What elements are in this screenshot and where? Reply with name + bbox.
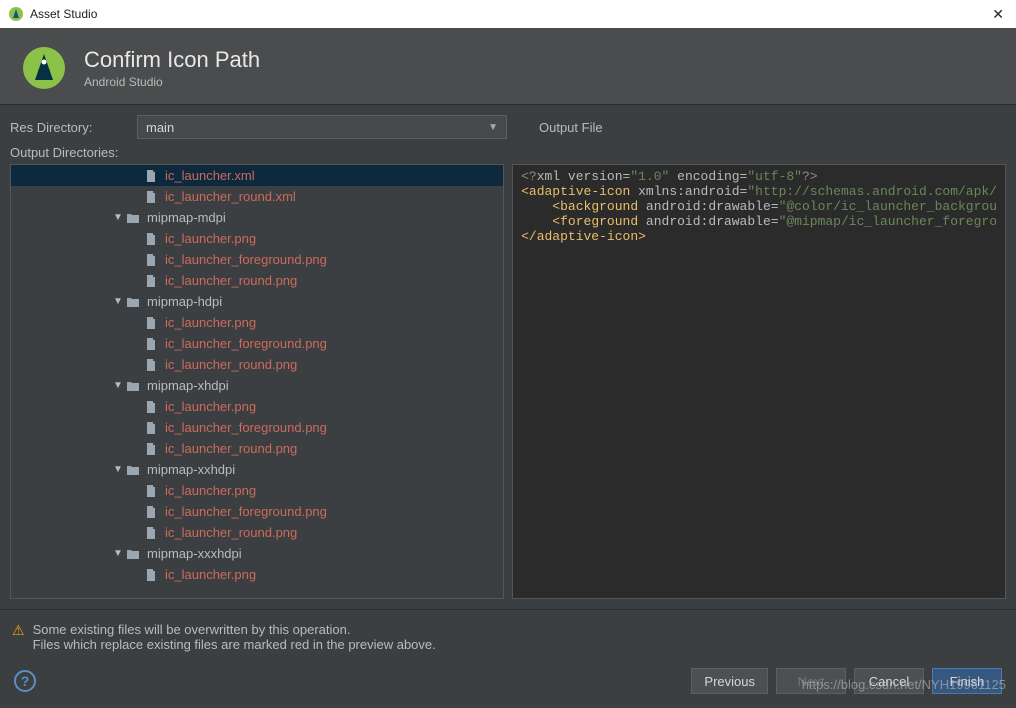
warning-icon: ⚠ <box>12 622 25 639</box>
tree-file[interactable]: ic_launcher_round.png <box>11 354 503 375</box>
content: Output Directories: ic_launcher.xmlic_la… <box>0 145 1016 609</box>
tree-file[interactable]: ic_launcher_foreground.png <box>11 501 503 522</box>
tree-item-label: ic_launcher.png <box>165 315 256 330</box>
previous-button[interactable]: Previous <box>691 668 768 694</box>
file-icon <box>143 441 159 457</box>
expand-arrow-icon[interactable]: ▼ <box>111 296 125 307</box>
tree-item-label: mipmap-xxhdpi <box>147 462 235 477</box>
tree-item-label: ic_launcher.png <box>165 483 256 498</box>
tree-file[interactable]: ic_launcher.png <box>11 312 503 333</box>
file-icon <box>143 504 159 520</box>
tree-file[interactable]: ic_launcher_foreground.png <box>11 417 503 438</box>
expand-arrow-icon[interactable]: ▼ <box>111 212 125 223</box>
tree-file[interactable]: ic_launcher_round.png <box>11 522 503 543</box>
tree-file[interactable]: ic_launcher_round.xml <box>11 186 503 207</box>
file-icon <box>143 357 159 373</box>
file-icon <box>143 189 159 205</box>
tree-file[interactable]: ic_launcher_foreground.png <box>11 333 503 354</box>
window-title: Asset Studio <box>30 7 97 21</box>
tree-folder[interactable]: ▼ mipmap-hdpi <box>11 291 503 312</box>
file-icon <box>143 336 159 352</box>
file-icon <box>143 483 159 499</box>
tree-file[interactable]: ic_launcher.png <box>11 396 503 417</box>
page-subtitle: Android Studio <box>84 75 260 89</box>
chevron-down-icon: ▼ <box>488 122 498 133</box>
res-directory-value: main <box>146 120 174 135</box>
header: Confirm Icon Path Android Studio <box>0 28 1016 105</box>
tree-folder[interactable]: ▼ mipmap-xxhdpi <box>11 459 503 480</box>
folder-icon <box>125 378 141 394</box>
android-studio-logo <box>22 46 66 90</box>
form-row: Res Directory: main ▼ Output File <box>0 105 1016 145</box>
tree-item-label: ic_launcher_round.png <box>165 273 297 288</box>
expand-arrow-icon[interactable]: ▼ <box>111 548 125 559</box>
close-icon[interactable]: ✕ <box>988 6 1008 23</box>
tree-item-label: mipmap-xhdpi <box>147 378 229 393</box>
res-directory-select[interactable]: main ▼ <box>137 115 507 139</box>
footer-msg-line1: Some existing files will be overwritten … <box>33 622 436 637</box>
output-directories-tree[interactable]: ic_launcher.xml ic_launcher_round.xml ▼ mip… <box>10 164 504 599</box>
tree-item-label: ic_launcher_foreground.png <box>165 336 327 351</box>
file-icon <box>143 567 159 583</box>
tree-item-label: ic_launcher.xml <box>165 168 255 183</box>
file-icon <box>143 420 159 436</box>
tree-item-label: mipmap-hdpi <box>147 294 222 309</box>
expand-arrow-icon[interactable]: ▼ <box>111 464 125 475</box>
tree-item-label: ic_launcher_round.png <box>165 441 297 456</box>
expand-arrow-icon[interactable]: ▼ <box>111 380 125 391</box>
tree-item-label: ic_launcher_foreground.png <box>165 420 327 435</box>
tree-file[interactable]: ic_launcher.png <box>11 228 503 249</box>
tree-file[interactable]: ic_launcher_foreground.png <box>11 249 503 270</box>
titlebar: Asset Studio ✕ <box>0 0 1016 28</box>
tree-folder[interactable]: ▼ mipmap-mdpi <box>11 207 503 228</box>
output-directories-label: Output Directories: <box>10 145 504 160</box>
tree-item-label: mipmap-mdpi <box>147 210 226 225</box>
tree-file[interactable]: ic_launcher.xml <box>11 165 503 186</box>
footer-message: ⚠ Some existing files will be overwritte… <box>0 609 1016 660</box>
file-icon <box>143 273 159 289</box>
file-icon <box>143 399 159 415</box>
tree-item-label: ic_launcher_round.png <box>165 357 297 372</box>
tree-item-label: ic_launcher.png <box>165 567 256 582</box>
footer-msg-line2: Files which replace existing files are m… <box>33 637 436 652</box>
tree-item-label: mipmap-xxxhdpi <box>147 546 242 561</box>
tree-folder[interactable]: ▼ mipmap-xxxhdpi <box>11 543 503 564</box>
tree-file[interactable]: ic_launcher.png <box>11 564 503 585</box>
tree-item-label: ic_launcher_foreground.png <box>165 252 327 267</box>
folder-icon <box>125 546 141 562</box>
tree-file[interactable]: ic_launcher_round.png <box>11 270 503 291</box>
tree-item-label: ic_launcher_round.png <box>165 525 297 540</box>
output-file-label: Output File <box>539 120 603 135</box>
tree-item-label: ic_launcher_round.xml <box>165 189 296 204</box>
file-icon <box>143 315 159 331</box>
folder-icon <box>125 294 141 310</box>
tree-file[interactable]: ic_launcher.png <box>11 480 503 501</box>
finish-button[interactable]: Finish <box>932 668 1002 694</box>
tree-item-label: ic_launcher_foreground.png <box>165 504 327 519</box>
folder-icon <box>125 462 141 478</box>
tree-folder[interactable]: ▼ mipmap-xhdpi <box>11 375 503 396</box>
folder-icon <box>125 210 141 226</box>
file-icon <box>143 231 159 247</box>
file-icon <box>143 525 159 541</box>
output-file-code[interactable]: <?xml version="1.0" encoding="utf-8"?><a… <box>512 164 1006 599</box>
tree-item-label: ic_launcher.png <box>165 399 256 414</box>
res-directory-label: Res Directory: <box>10 120 125 135</box>
help-button[interactable]: ? <box>14 670 36 692</box>
page-title: Confirm Icon Path <box>84 47 260 73</box>
button-bar: ? Previous Next Cancel Finish <box>0 660 1016 708</box>
file-icon <box>143 168 159 184</box>
android-studio-icon <box>8 6 24 22</box>
next-button: Next <box>776 668 846 694</box>
tree-file[interactable]: ic_launcher_round.png <box>11 438 503 459</box>
file-icon <box>143 252 159 268</box>
tree-item-label: ic_launcher.png <box>165 231 256 246</box>
cancel-button[interactable]: Cancel <box>854 668 924 694</box>
